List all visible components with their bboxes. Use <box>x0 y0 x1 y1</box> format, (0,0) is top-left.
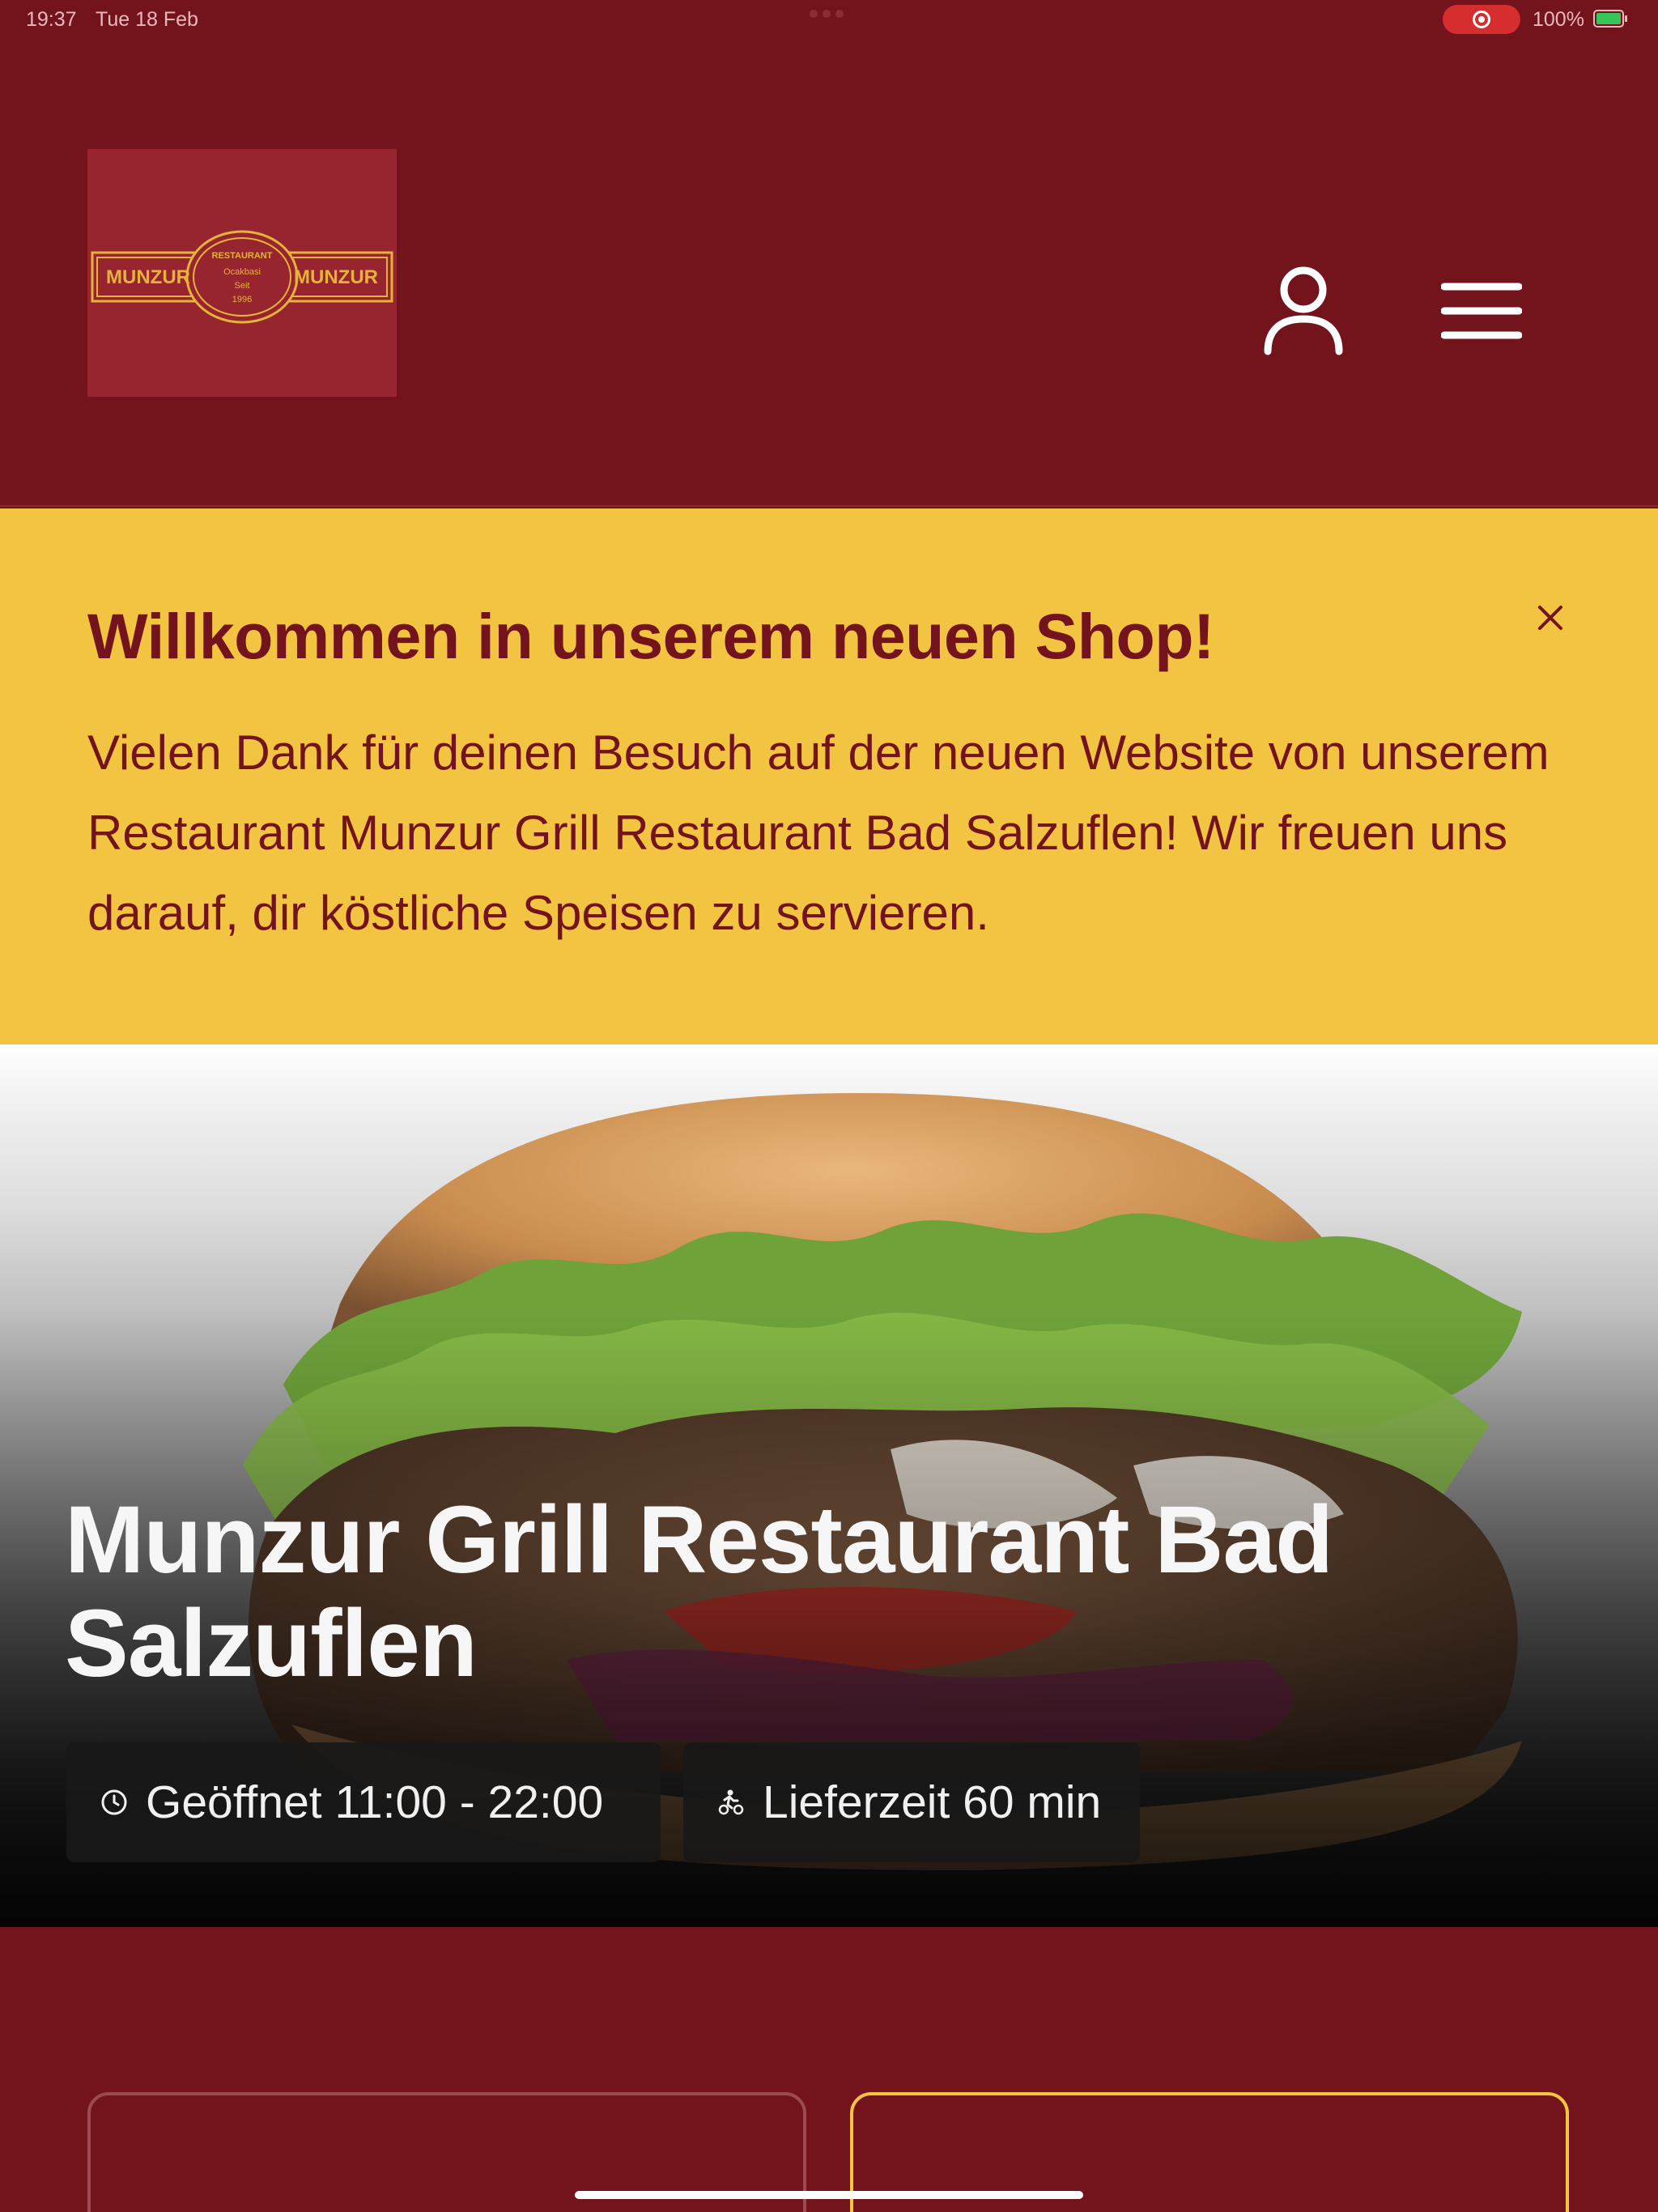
battery-percentage: 100% <box>1533 8 1584 31</box>
banner-text: Vielen Dank für deinen Besuch auf der ne… <box>87 725 1550 940</box>
status-date: Tue 18 Feb <box>96 8 198 31</box>
bicycle-courier-icon <box>718 1789 744 1815</box>
multitasking-dots-icon[interactable] <box>810 10 844 18</box>
restaurant-logo[interactable]: MUNZUR MUNZUR RESTAURANT Ocakbasi Seit 1… <box>87 149 397 397</box>
delivery-time-badge: Lieferzeit 60 min <box>683 1742 1140 1862</box>
site-header: MUNZUR MUNZUR RESTAURANT Ocakbasi Seit 1… <box>0 39 1658 507</box>
logo-emblem-icon: MUNZUR MUNZUR RESTAURANT Ocakbasi Seit 1… <box>91 230 393 324</box>
clock-icon <box>101 1789 127 1815</box>
screen-recording-icon[interactable] <box>1443 5 1520 34</box>
status-time: 19:37 <box>26 8 77 31</box>
home-indicator[interactable] <box>575 2191 1083 2199</box>
logo-line-2: Seit <box>235 281 250 291</box>
logo-left-text: MUNZUR <box>106 266 190 288</box>
close-icon[interactable] <box>1533 601 1567 635</box>
banner-title: Willkommen in unserem neuen Shop! <box>87 600 1214 672</box>
logo-arc-text: RESTAURANT <box>212 251 273 261</box>
logo-line-3: 1996 <box>232 295 252 304</box>
hero-section: Munzur Grill Restaurant Bad Salzuflen Ge… <box>0 1044 1658 1927</box>
logo-line-1: Ocakbasi <box>223 267 261 277</box>
restaurant-name: Munzur Grill Restaurant Bad Salzuflen <box>65 1487 1333 1697</box>
welcome-banner: Willkommen in unserem neuen Shop! Vielen… <box>0 508 1658 1044</box>
delivery-time-text: Lieferzeit 60 min <box>763 1776 1102 1828</box>
opening-hours-badge: Geöffnet 11:00 - 22:00 <box>66 1742 661 1862</box>
opening-hours-text: Geöffnet 11:00 - 22:00 <box>146 1776 604 1828</box>
battery-icon <box>1593 10 1627 28</box>
user-icon[interactable] <box>1263 266 1344 356</box>
logo-right-text: MUNZUR <box>294 266 378 288</box>
hamburger-menu-icon[interactable] <box>1441 282 1522 340</box>
status-bar: 19:37 Tue 18 Feb 100% <box>0 0 1658 39</box>
